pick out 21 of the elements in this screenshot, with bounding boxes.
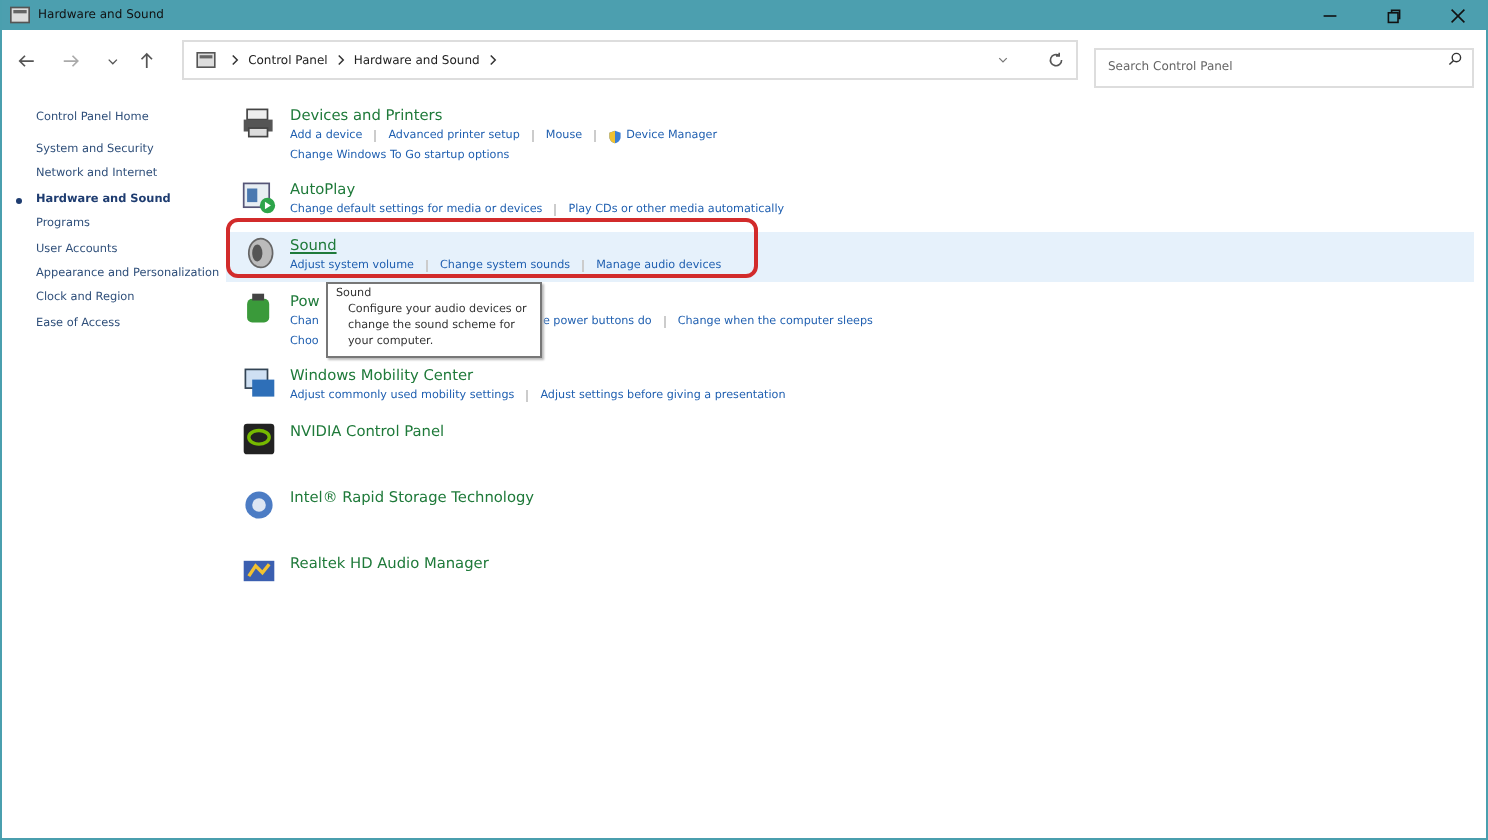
speaker-icon[interactable] <box>242 236 276 270</box>
printer-icon[interactable] <box>242 106 276 140</box>
shield-icon <box>608 129 623 143</box>
dropdown-icon[interactable] <box>105 53 119 67</box>
autoplay-icon[interactable] <box>242 180 276 214</box>
control-panel-icon <box>196 52 217 68</box>
storage-icon[interactable] <box>242 488 276 522</box>
chevron-icon <box>230 54 241 66</box>
refresh-icon[interactable] <box>1047 52 1064 68</box>
laptop-icon[interactable] <box>242 366 276 400</box>
graphics-card-icon[interactable] <box>242 422 276 456</box>
dropdown-icon[interactable] <box>997 54 1008 66</box>
close-button[interactable] <box>1450 7 1466 23</box>
back-arrow-icon[interactable] <box>18 51 36 69</box>
chevron-icon <box>487 54 498 66</box>
chevron-icon <box>335 54 346 66</box>
restore-button[interactable] <box>1386 7 1402 23</box>
up-arrow-icon[interactable] <box>138 51 157 69</box>
selected-bullet <box>16 197 22 204</box>
control-panel-icon <box>10 6 30 24</box>
search-icon[interactable] <box>1447 52 1462 66</box>
